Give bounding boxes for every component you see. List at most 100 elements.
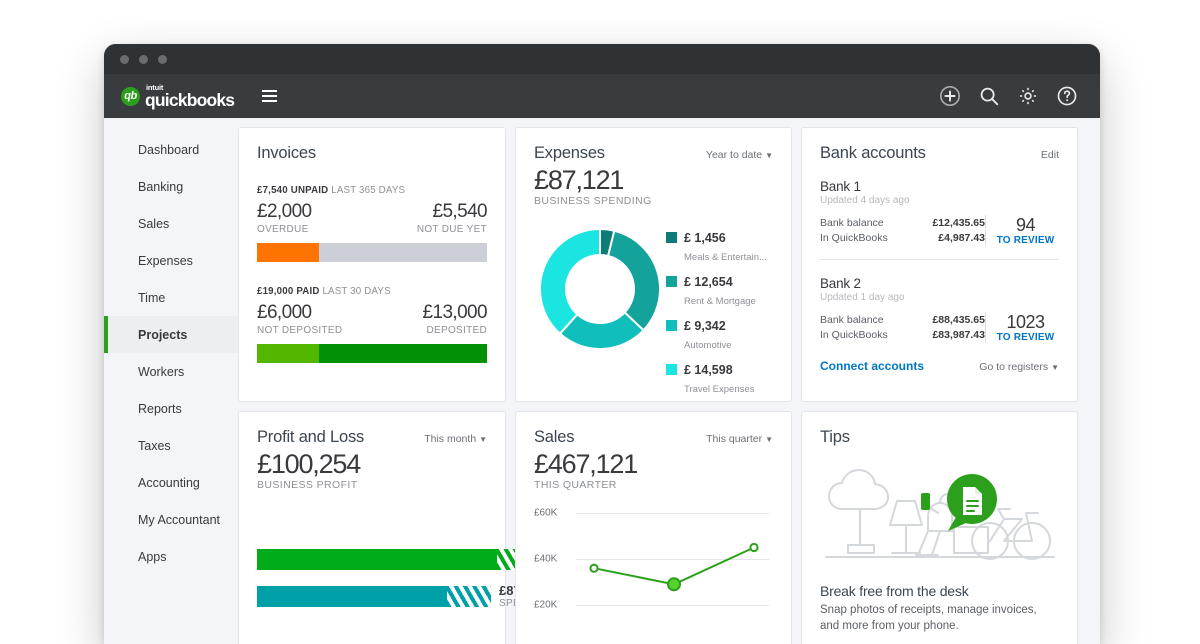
bank-review-label: TO REVIEW — [996, 332, 1055, 343]
invoices-paid-summary: £19,000 PAID LAST 30 DAYS — [257, 286, 487, 297]
bank-account-updated: Updated 1 day ago — [820, 292, 905, 303]
sidebar-item-workers[interactable]: Workers — [104, 353, 238, 390]
invoices-unpaid-summary: £7,540 UNPAID LAST 365 DAYS — [257, 185, 487, 196]
pnl-spending-hatch — [447, 586, 491, 607]
bank-account-name: Bank 1 — [820, 179, 861, 194]
invoices-overdue-segment — [257, 243, 320, 262]
sidebar-item-label: Dashboard — [138, 142, 200, 157]
sidebar-item-projects[interactable]: Projects — [104, 316, 238, 353]
pnl-bar-row[interactable]: £87,121 SPENDING — [257, 584, 553, 609]
invoices-unpaid-bar[interactable] — [257, 243, 487, 262]
sidebar-item-time[interactable]: Time — [104, 279, 238, 316]
edit-button[interactable]: Edit — [1041, 149, 1059, 161]
sales-point[interactable] — [589, 563, 599, 573]
legend-swatch-icon — [666, 232, 677, 243]
sidebar-navigation: Dashboard Banking Sales Expenses Time Pr… — [104, 118, 238, 644]
help-circle-icon[interactable] — [1056, 85, 1078, 107]
tips-body: Snap photos of receipts, manage invoices… — [820, 604, 1037, 632]
legend-item[interactable]: £ 12,654 Rent & Mortgage — [666, 273, 773, 309]
legend-item[interactable]: £ 1,456 Meals & Entertain... — [666, 229, 773, 265]
sidebar-item-banking[interactable]: Banking — [104, 168, 238, 205]
pnl-bar-row[interactable]: £187,373 INCOME — [257, 547, 603, 572]
expenses-donut-chart[interactable] — [534, 223, 666, 405]
app-content: Dashboard Banking Sales Expenses Time Pr… — [104, 118, 1100, 644]
quickbooks-logo[interactable]: qb intuit quickbooks — [121, 83, 235, 110]
sidebar-item-accounting[interactable]: Accounting — [104, 464, 238, 501]
invoices-paid-amount: £19,000 — [257, 286, 294, 297]
page-title: Invoices — [257, 144, 316, 162]
sidebar-item-sales[interactable]: Sales — [104, 205, 238, 242]
tips-illustration — [820, 461, 1059, 573]
sales-point[interactable] — [749, 542, 759, 553]
legend-label: Travel Expenses — [684, 384, 755, 395]
pnl-amount-label: BUSINESS PROFIT — [257, 479, 358, 491]
invoices-deposited-amount: £13,000 — [422, 302, 488, 323]
dashboard-grid: Invoices £7,540 UNPAID LAST 365 DAYS £2,… — [238, 118, 1100, 644]
pnl-range-label: This month — [424, 433, 477, 445]
sidebar-item-dashboard[interactable]: Dashboard — [104, 131, 238, 168]
legend-value: £ 9,342 — [684, 319, 726, 333]
sidebar-item-label: Sales — [138, 216, 170, 231]
tips-title: Tips — [820, 428, 850, 446]
chevron-down-icon: ▼ — [1051, 363, 1059, 372]
sidebar-item-label: My Accountant — [138, 512, 220, 527]
donut-slice[interactable] — [539, 227, 601, 336]
sales-line-chart[interactable]: £60K £40K £20K — [534, 505, 773, 625]
pnl-income-bar — [257, 549, 497, 570]
sidebar-item-expenses[interactable]: Expenses — [104, 242, 238, 279]
bank-account-name: Bank 2 — [820, 276, 861, 291]
y-axis-tick: £40K — [534, 553, 558, 565]
search-icon[interactable] — [978, 85, 1000, 107]
bank-balance-value: £88,435.65 — [932, 313, 985, 326]
bank-review-block[interactable]: 1023 TO REVIEW — [985, 312, 1059, 343]
sidebar-item-taxes[interactable]: Taxes — [104, 427, 238, 464]
invoices-overdue-label: OVERDUE — [257, 224, 309, 235]
legend-item[interactable]: £ 14,598 Travel Expenses — [666, 361, 773, 397]
legend-label: Automotive — [684, 340, 732, 351]
bank-qb-label: In QuickBooks — [820, 328, 888, 341]
bank-balance-value: £12,435.65 — [932, 216, 985, 229]
window-maximize-button[interactable] — [158, 55, 167, 64]
invoices-card: Invoices £7,540 UNPAID LAST 365 DAYS £2,… — [238, 127, 506, 402]
sales-point-highlighted[interactable] — [667, 577, 681, 592]
invoices-notdeposited-segment — [257, 344, 320, 363]
pnl-amount: £100,254 — [257, 449, 361, 479]
tips-card: Tips Break free from the desk Snap photo… — [801, 411, 1078, 644]
divider — [820, 259, 1059, 260]
legend-item[interactable]: £ 9,342 Automotive — [666, 317, 773, 353]
profit-and-loss-card: Profit and Loss This month ▼ £100,254 BU… — [238, 411, 603, 644]
pnl-range-dropdown[interactable]: This month ▼ — [424, 433, 487, 445]
sales-amount: £467,121 — [534, 449, 638, 479]
bank-review-block[interactable]: 94 TO REVIEW — [985, 215, 1059, 246]
bank-balance-label: Bank balance — [820, 216, 884, 229]
bank-review-count: 1023 — [1006, 312, 1045, 332]
window-minimize-button[interactable] — [139, 55, 148, 64]
connect-accounts-button[interactable]: Connect accounts — [820, 359, 924, 373]
sidebar-item-label: Projects — [138, 327, 188, 342]
bank-balance-label: Bank balance — [820, 313, 884, 326]
invoices-deposited-label: DEPOSITED — [426, 325, 487, 336]
window-close-button[interactable] — [120, 55, 129, 64]
sidebar-item-my-accountant[interactable]: My Accountant — [104, 501, 238, 538]
invoices-paid-bar[interactable] — [257, 344, 487, 363]
hamburger-icon[interactable] — [262, 90, 278, 102]
sales-range-dropdown[interactable]: This quarter ▼ — [706, 433, 773, 445]
expenses-range-dropdown[interactable]: Year to date ▼ — [706, 149, 773, 161]
sidebar-item-reports[interactable]: Reports — [104, 390, 238, 427]
sidebar-item-label: Reports — [138, 401, 182, 416]
quickbooks-wordmark: quickbooks — [145, 89, 235, 110]
legend-value: £ 12,654 — [684, 275, 733, 289]
sidebar-item-apps[interactable]: Apps — [104, 538, 238, 575]
gear-icon[interactable] — [1017, 85, 1039, 107]
app-window: qb intuit quickbooks Dashboard Banking S… — [104, 44, 1100, 644]
legend-swatch-icon — [666, 276, 677, 287]
plus-circle-icon[interactable] — [939, 85, 961, 107]
go-to-registers-dropdown[interactable]: Go to registers ▼ — [979, 361, 1059, 373]
invoices-notdeposited-label: NOT DEPOSITED — [257, 325, 343, 336]
donut-slice[interactable] — [606, 229, 661, 332]
sidebar-item-label: Banking — [138, 179, 184, 194]
sidebar-item-label: Taxes — [138, 438, 171, 453]
invoices-notdue-segment — [319, 243, 487, 262]
sidebar-item-label: Workers — [138, 364, 185, 379]
go-to-registers-label: Go to registers — [979, 361, 1049, 373]
